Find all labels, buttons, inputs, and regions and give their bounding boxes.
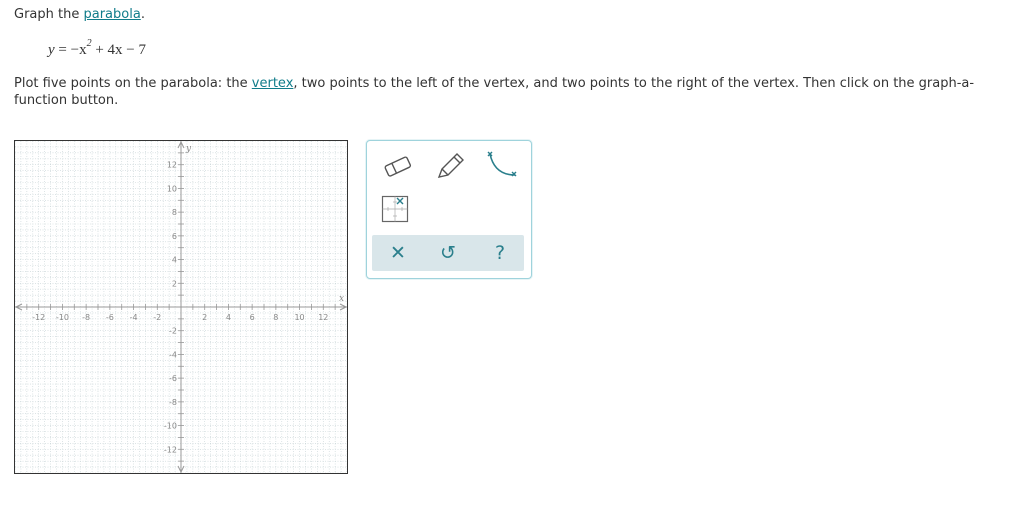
y-tick-label: -10 (164, 422, 177, 431)
vertex-link[interactable]: vertex (252, 76, 294, 91)
pencil-icon[interactable] (433, 150, 467, 182)
x-tick-label: -12 (32, 313, 45, 322)
curve-icon[interactable] (485, 150, 519, 182)
question-text: Graph the parabola. (14, 7, 145, 22)
x-tick-label: 6 (250, 313, 255, 322)
help-button[interactable]: ? (480, 235, 520, 271)
y-tick-label: 6 (172, 232, 177, 241)
y-tick-label: -12 (164, 445, 177, 454)
x-tick-label: 12 (318, 313, 328, 322)
y-tick-label: 12 (167, 161, 177, 170)
y-tick-label: 2 (172, 279, 177, 288)
y-tick-label: -4 (169, 350, 177, 359)
coordinate-plane[interactable]: -12 -10 -8 -6 -4 -2 2 4 6 8 10 12 12 10 8 6 4 2 -2 -4 -6 -8 -1… (15, 141, 347, 473)
graph-a-function-icon[interactable] (381, 195, 409, 223)
y-tick-label: 10 (167, 184, 177, 193)
graph-canvas[interactable]: -12 -10 -8 -6 -4 -2 2 4 6 8 10 12 12 10 8 6 4 2 -2 -4 -6 -8 -1… (14, 140, 348, 474)
equation-rhs-post: + 4x − 7 (91, 42, 147, 58)
x-axis-label: x (339, 294, 344, 304)
clear-button[interactable]: ✕ (378, 235, 418, 271)
y-tick-label: -8 (169, 398, 177, 407)
y-tick-label: -2 (169, 327, 177, 336)
equation-lhs: y (48, 42, 55, 58)
question-prefix: Graph the (14, 7, 84, 22)
parabola-link[interactable]: parabola (83, 7, 140, 22)
x-tick-label: -4 (130, 313, 138, 322)
equation-exponent: 2 (86, 38, 92, 49)
x-tick-label: 2 (202, 313, 207, 322)
x-tick-label: -8 (82, 313, 90, 322)
action-bar: ✕ ↺ ? (372, 235, 524, 271)
y-tick-label: 8 (172, 208, 177, 217)
y-axis-label: y (185, 144, 192, 154)
eraser-icon[interactable] (381, 152, 415, 182)
graph-toolbox: ✕ ↺ ? (366, 140, 532, 279)
x-tick-label: -10 (56, 313, 69, 322)
x-tick-label: 10 (294, 313, 304, 322)
instructions-text: Plot five points on the parabola: the ve… (14, 75, 1010, 109)
instructions-part1: Plot five points on the parabola: the (14, 76, 252, 91)
y-tick-label: -6 (169, 374, 177, 383)
x-tick-label: -2 (153, 313, 161, 322)
equation-rhs-pre: = −x (54, 42, 87, 58)
y-tick-label: 4 (172, 256, 177, 265)
equation: y = −x2 + 4x − 7 (48, 38, 147, 59)
undo-button[interactable]: ↺ (428, 235, 468, 271)
x-tick-label: 4 (226, 313, 231, 322)
x-tick-label: -6 (106, 313, 114, 322)
x-tick-label: 8 (273, 313, 278, 322)
question-suffix: . (140, 7, 145, 22)
